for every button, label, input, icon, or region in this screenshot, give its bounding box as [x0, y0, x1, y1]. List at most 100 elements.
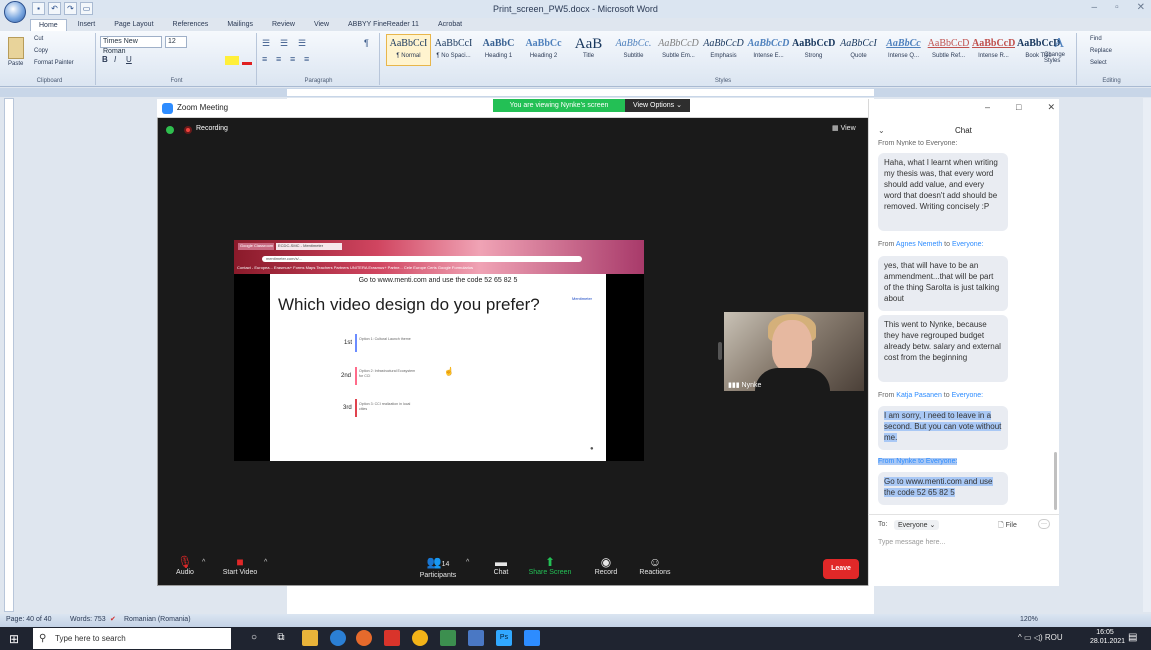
- align-left-icon[interactable]: ≡: [262, 54, 267, 64]
- edge-icon[interactable]: [330, 630, 346, 646]
- person-icon: ●: [590, 446, 594, 452]
- file-button[interactable]: 🗋 File: [998, 521, 1017, 532]
- tab-review[interactable]: Review: [264, 19, 303, 31]
- app-icon[interactable]: [440, 630, 456, 646]
- chat-recipient[interactable]: Everyone:: [926, 458, 958, 465]
- leave-button[interactable]: Leave: [823, 559, 859, 579]
- minimize-icon[interactable]: –: [985, 102, 990, 113]
- bullets-icon[interactable]: ☰: [262, 38, 270, 49]
- audio-button[interactable]: 🎙 Audio: [172, 555, 198, 576]
- styles-group: Styles: [386, 33, 1060, 85]
- italic-button[interactable]: I: [114, 55, 116, 64]
- align-center-icon[interactable]: ≡: [276, 54, 281, 64]
- word-count[interactable]: Words: 753: [70, 616, 106, 623]
- reactions-button[interactable]: ☺ Reactions: [636, 555, 674, 576]
- chat-recipient[interactable]: Everyone:: [952, 241, 984, 248]
- chat-recipient[interactable]: Everyone:: [952, 392, 984, 399]
- file-explorer-icon[interactable]: [302, 630, 318, 646]
- tab-references[interactable]: References: [165, 19, 217, 31]
- replace-button[interactable]: Replace: [1090, 48, 1112, 54]
- acrobat-icon[interactable]: [384, 630, 400, 646]
- change-styles-button[interactable]: Change Styles: [1044, 52, 1072, 64]
- record-button[interactable]: ◉ Record: [591, 555, 621, 576]
- chrome-icon[interactable]: [412, 630, 428, 646]
- notifications-icon[interactable]: ▤: [1128, 632, 1137, 643]
- tab-abbyy[interactable]: ABBYY FineReader 11: [340, 19, 427, 31]
- taskbar-clock[interactable]: 16:05 28.01.2021: [1090, 628, 1125, 646]
- cortana-icon[interactable]: ○: [246, 630, 262, 646]
- close-icon[interactable]: ✕: [1047, 102, 1055, 113]
- rank-2nd: 2nd: [341, 373, 352, 379]
- paste-button[interactable]: Paste: [8, 61, 23, 67]
- participants-button[interactable]: 👥14 Participants: [416, 555, 460, 579]
- photoshop-icon[interactable]: Ps: [496, 630, 512, 646]
- font-size-select[interactable]: 12: [165, 36, 187, 48]
- select-button[interactable]: Select: [1090, 60, 1107, 66]
- chat-sender[interactable]: Katja Pasanen: [896, 392, 942, 399]
- multilevel-list-icon[interactable]: ☰: [298, 38, 306, 49]
- task-view-icon[interactable]: ⧉: [273, 630, 289, 646]
- audio-options-caret[interactable]: ^: [202, 559, 205, 566]
- chevron-down-icon: ⌄: [676, 102, 682, 109]
- maximize-icon[interactable]: □: [1016, 102, 1021, 113]
- shared-browser-tab: Google Classroom: [238, 243, 274, 250]
- security-shield-icon[interactable]: [166, 126, 174, 134]
- copy-button[interactable]: Copy: [34, 48, 48, 54]
- restore-icon[interactable]: ▫: [1115, 2, 1119, 13]
- share-screen-button[interactable]: ⬆ Share Screen: [528, 555, 572, 576]
- chat-button[interactable]: ▬ Chat: [488, 555, 514, 576]
- clock-time: 16:05: [1096, 629, 1114, 636]
- taskbar-search-input[interactable]: ⚲ Type here to search: [33, 628, 231, 649]
- align-right-icon[interactable]: ≡: [290, 54, 295, 64]
- collapse-video-handle[interactable]: [718, 342, 722, 360]
- recording-label: Recording: [196, 125, 228, 132]
- input-language[interactable]: ROU: [1045, 633, 1063, 642]
- word-icon[interactable]: [468, 630, 484, 646]
- font-color-icon[interactable]: [242, 56, 252, 65]
- start-video-button[interactable]: ■ Start Video: [220, 555, 260, 576]
- find-button[interactable]: Find: [1090, 36, 1102, 42]
- format-painter-button[interactable]: Format Painter: [34, 60, 74, 66]
- language-status[interactable]: Romanian (Romania): [124, 616, 191, 623]
- windows-start-icon[interactable]: ⊞: [9, 632, 19, 646]
- firefox-icon[interactable]: [356, 630, 372, 646]
- tab-mailings[interactable]: Mailings: [219, 19, 261, 31]
- chat-sender[interactable]: Nynke: [896, 458, 916, 465]
- proofing-icon[interactable]: ✔: [110, 615, 116, 623]
- network-icon[interactable]: ▭: [1024, 633, 1032, 642]
- underline-button[interactable]: U: [126, 55, 132, 64]
- chat-sender[interactable]: Agnes Nemeth: [896, 241, 942, 248]
- zoom-level[interactable]: 120%: [1020, 616, 1038, 623]
- volume-icon[interactable]: ◁): [1034, 633, 1043, 642]
- participants-caret[interactable]: ^: [466, 559, 469, 566]
- tab-page-layout[interactable]: Page Layout: [106, 19, 161, 31]
- highlight-color-icon[interactable]: [225, 56, 239, 65]
- chat-recipient-select[interactable]: Everyone ⌄: [894, 520, 940, 530]
- page-count[interactable]: Page: 40 of 40: [6, 616, 52, 623]
- tab-insert[interactable]: Insert: [70, 19, 104, 31]
- zoom-taskbar-icon[interactable]: [524, 630, 540, 646]
- numbering-icon[interactable]: ☰: [280, 38, 288, 49]
- justify-icon[interactable]: ≡: [304, 54, 309, 64]
- pilcrow-icon[interactable]: ¶: [364, 38, 369, 48]
- tab-view[interactable]: View: [306, 19, 337, 31]
- more-options-icon[interactable]: ···: [1038, 519, 1050, 529]
- chat-scrollbar[interactable]: [1054, 452, 1057, 510]
- view-button[interactable]: ▦ View: [832, 124, 856, 132]
- cut-button[interactable]: Cut: [34, 36, 43, 42]
- zoom-logo-icon: [162, 103, 173, 114]
- tray-chevron-up-icon[interactable]: ^: [1018, 633, 1022, 642]
- tab-home[interactable]: Home: [30, 19, 67, 31]
- document-scrollbar[interactable]: [1143, 98, 1151, 612]
- search-icon: ⚲: [39, 633, 47, 644]
- minimize-icon[interactable]: –: [1092, 2, 1098, 13]
- font-name-select[interactable]: Times New Roman: [100, 36, 162, 55]
- rank-option: Option 2: Infrastructural Ecosystem for …: [359, 369, 416, 378]
- close-icon[interactable]: ✕: [1137, 2, 1145, 13]
- tab-acrobat[interactable]: Acrobat: [430, 19, 470, 31]
- bold-button[interactable]: B: [102, 55, 108, 64]
- video-options-caret[interactable]: ^: [264, 559, 267, 566]
- chat-message-input[interactable]: Type message here...: [878, 539, 1048, 546]
- view-options-button[interactable]: View Options ⌄: [625, 99, 690, 112]
- chat-collapse-chevron-icon[interactable]: ⌄: [878, 126, 885, 135]
